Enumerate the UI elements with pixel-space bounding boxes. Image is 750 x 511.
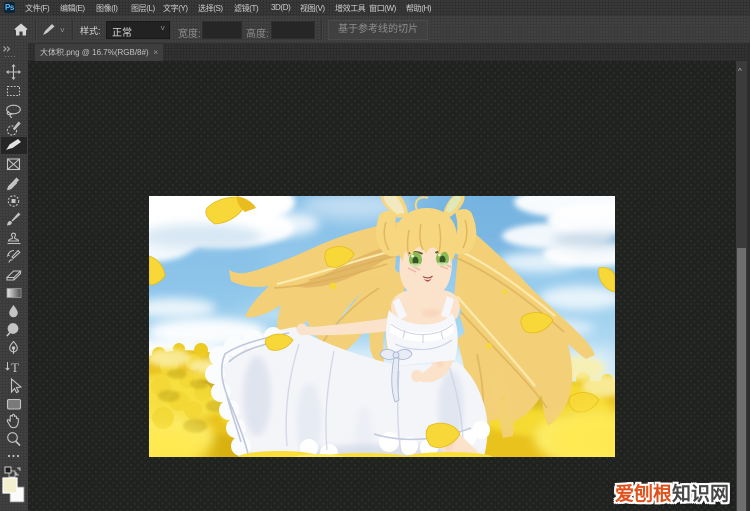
svg-text:T: T [11, 360, 19, 375]
